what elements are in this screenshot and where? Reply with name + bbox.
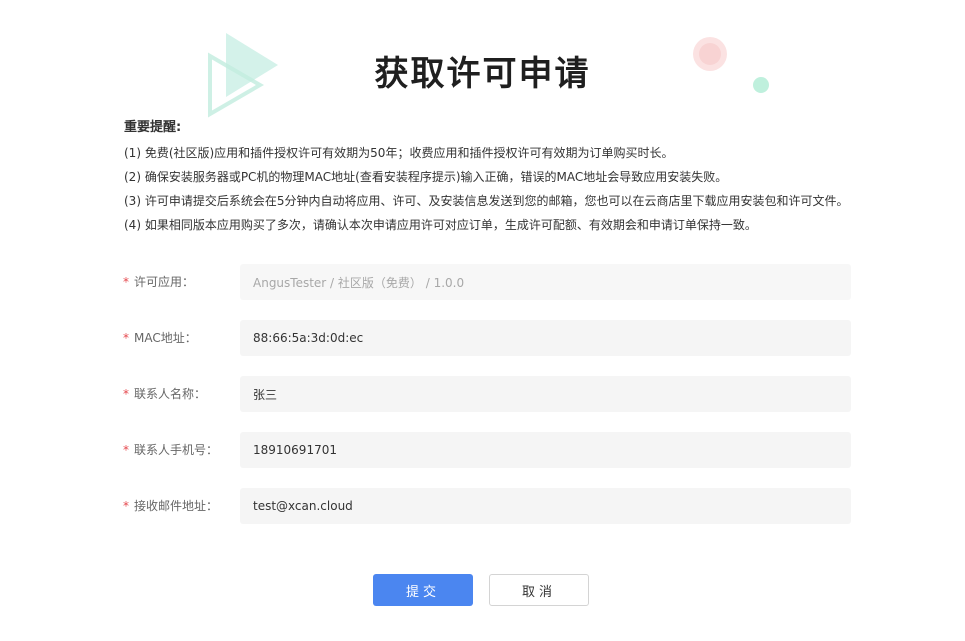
- note-item: (4) 如果相同版本应用购买了多次，请确认本次申请应用许可对应订单，生成许可配额…: [124, 218, 757, 232]
- required-mark: *: [123, 443, 129, 457]
- form-row-contact-phone: * 联系人手机号：: [0, 432, 965, 488]
- email-label: * 接收邮件地址：: [123, 499, 219, 513]
- email-input[interactable]: [240, 488, 851, 524]
- page-title: 获取许可申请: [374, 54, 591, 94]
- submit-button[interactable]: 提交: [373, 574, 473, 606]
- required-mark: *: [123, 387, 129, 401]
- app-label: * 许可应用：: [123, 275, 195, 289]
- form-row-mac: * MAC地址：: [0, 320, 965, 376]
- note-item: (3) 许可申请提交后系统会在5分钟内自动将应用、许可、及安装信息发送到您的邮箱…: [124, 194, 849, 208]
- contact-name-label: * 联系人名称：: [123, 387, 207, 401]
- contact-name-input[interactable]: [240, 376, 851, 412]
- required-mark: *: [123, 331, 129, 345]
- required-mark: *: [123, 275, 129, 289]
- form-row-email: * 接收邮件地址：: [0, 488, 965, 544]
- app-field: [240, 264, 851, 300]
- important-notes: 重要提醒: (1) 免费(社区版)应用和插件授权许可有效期为50年；收费应用和插…: [124, 116, 884, 240]
- contact-phone-input[interactable]: [240, 432, 851, 468]
- note-item: (1) 免费(社区版)应用和插件授权许可有效期为50年；收费应用和插件授权许可有…: [124, 146, 674, 160]
- mac-address-input[interactable]: [240, 320, 851, 356]
- mac-label: * MAC地址：: [123, 331, 197, 345]
- contact-phone-label: * 联系人手机号：: [123, 443, 219, 457]
- form-row-app: * 许可应用：: [0, 264, 965, 320]
- license-application-form: *许可应用： *MAC地址： *联系人名称： *联系人手机号： *接收邮件地址：: [0, 264, 965, 544]
- notes-heading: 重要提醒:: [124, 120, 182, 135]
- cancel-button[interactable]: 取消: [489, 574, 589, 606]
- form-row-contact-name: * 联系人名称：: [0, 376, 965, 432]
- note-item: (2) 确保安装服务器或PC机的物理MAC地址(查看安装程序提示)输入正确，错误…: [124, 170, 728, 184]
- required-mark: *: [123, 499, 129, 513]
